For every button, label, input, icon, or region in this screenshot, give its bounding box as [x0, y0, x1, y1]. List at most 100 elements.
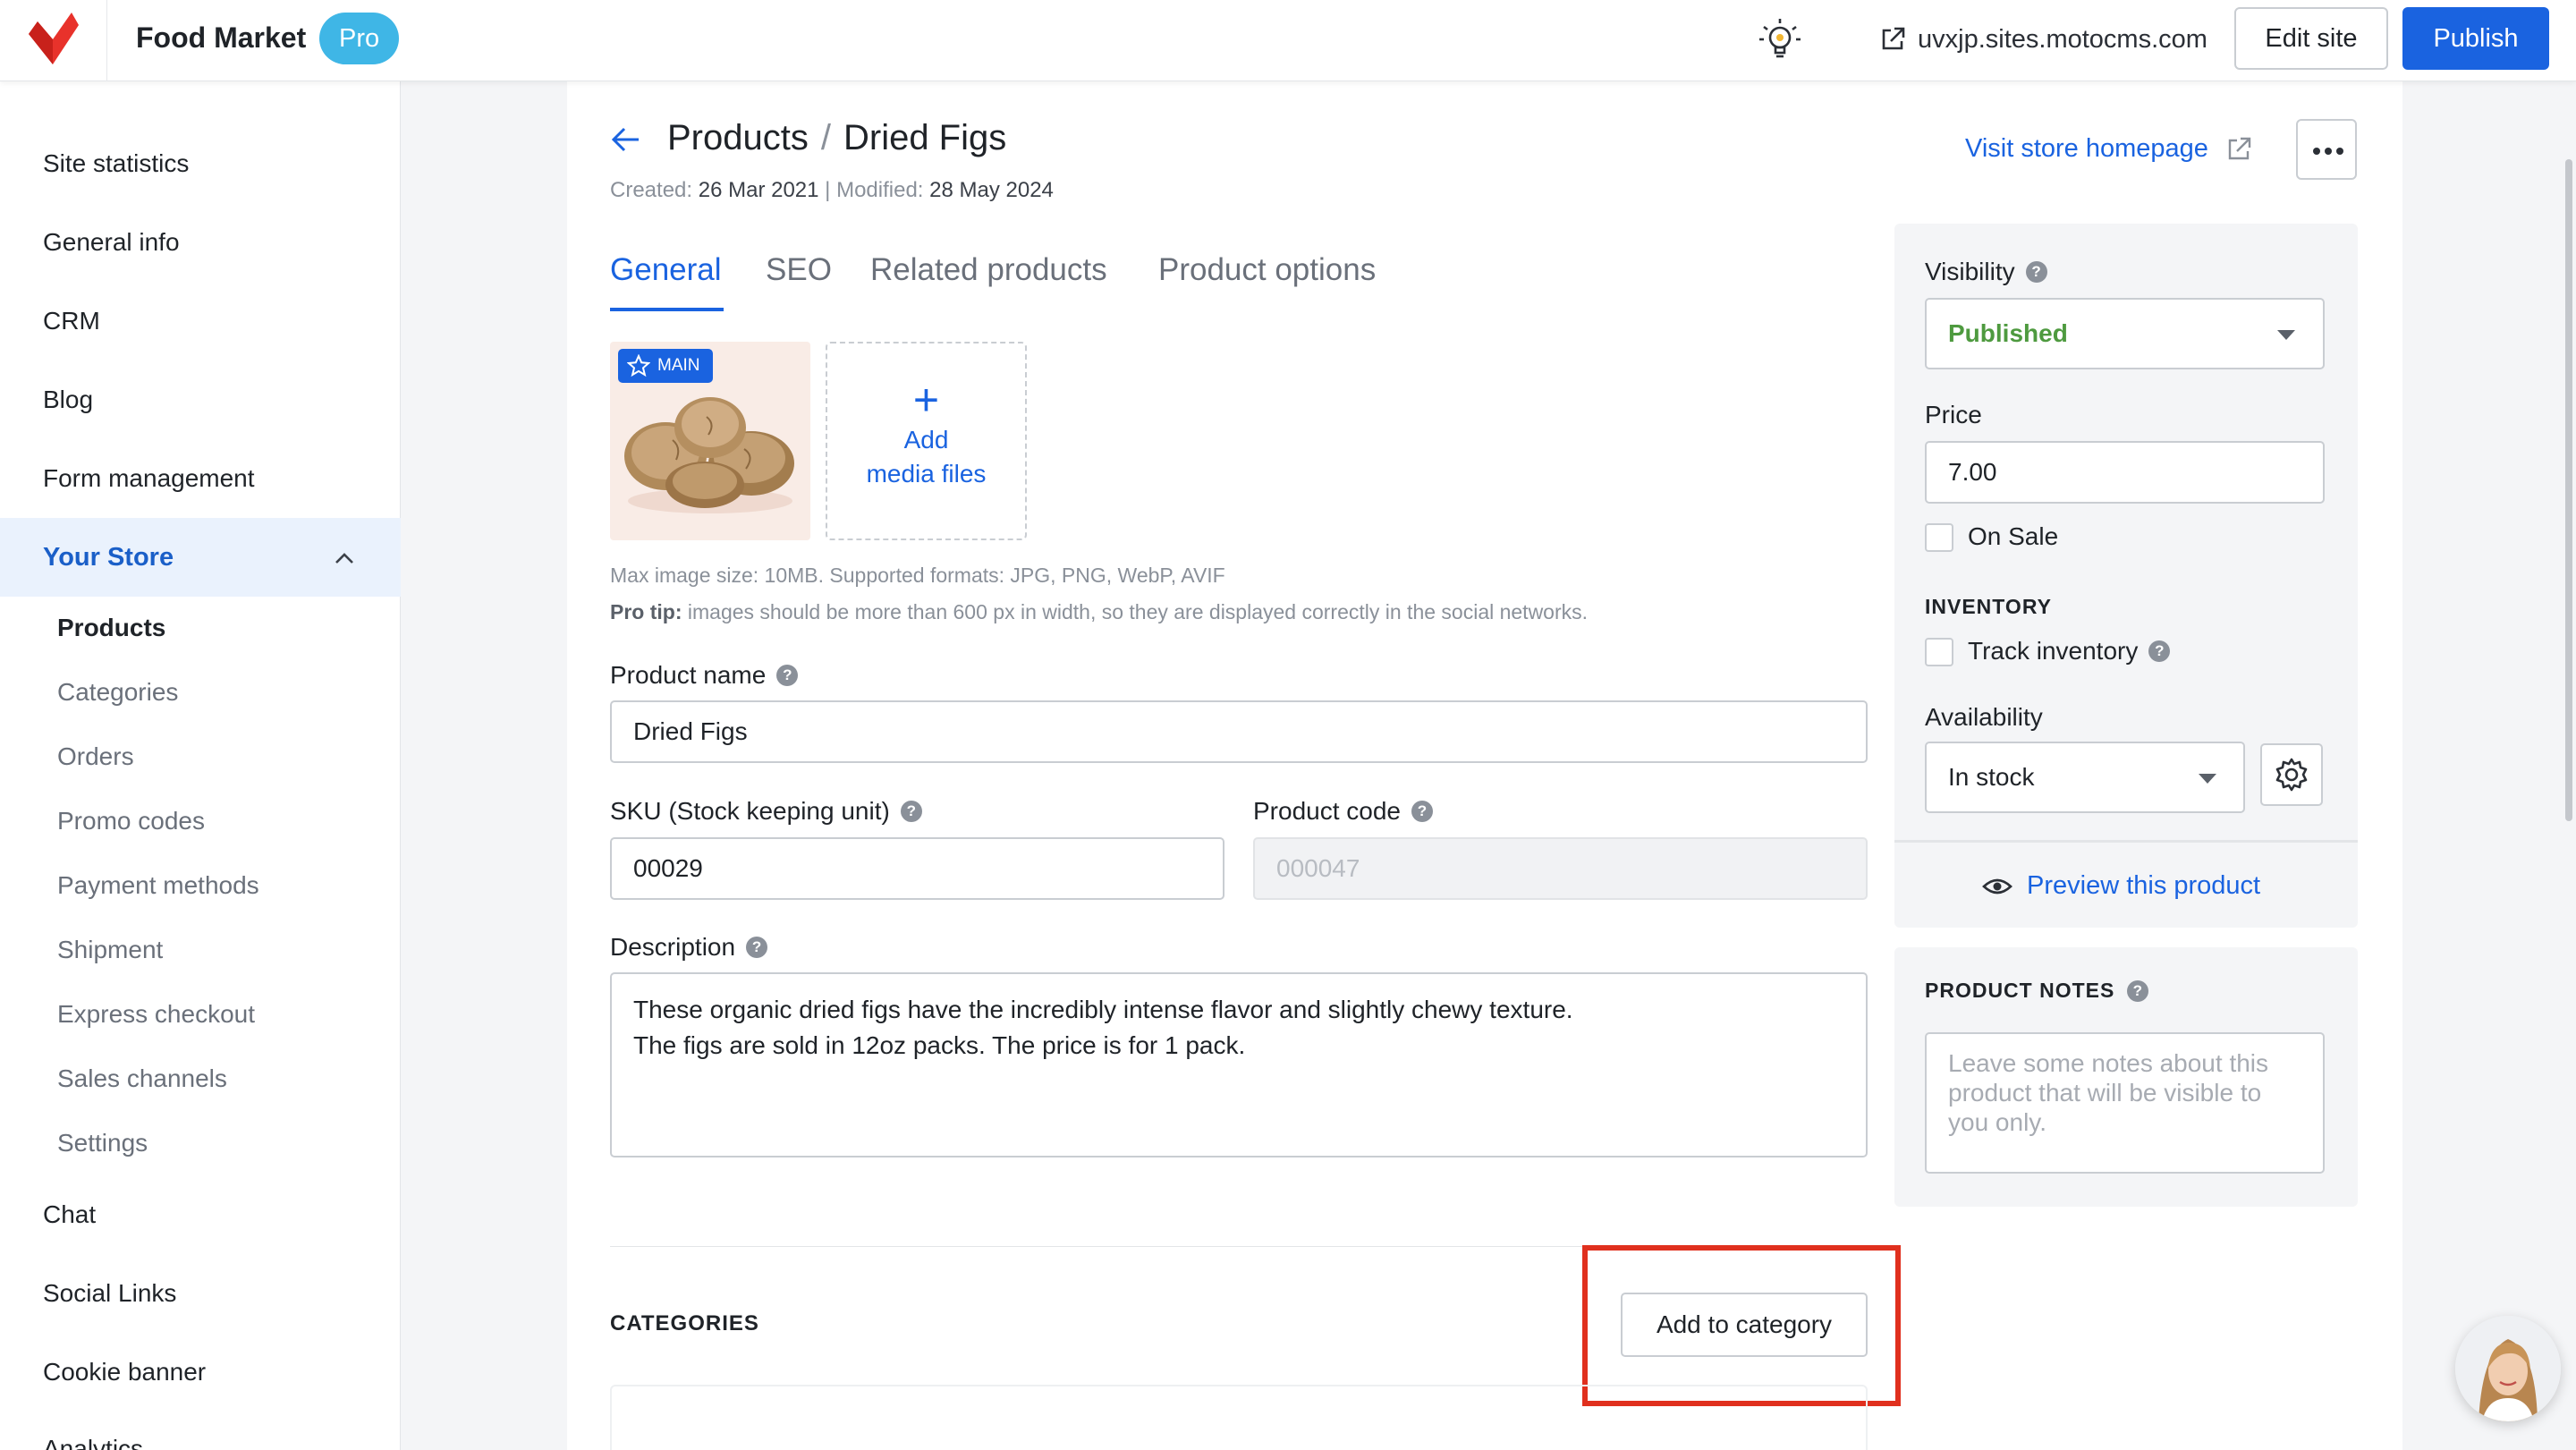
sku-input[interactable]: 00029 [610, 837, 1224, 900]
track-inventory-label-text: Track inventory [1968, 637, 2139, 665]
caret-down-icon [2199, 774, 2216, 784]
sidebar-subitem-payment-methods[interactable]: Payment methods [57, 871, 259, 900]
modified-label: | Modified: [825, 178, 924, 202]
arrow-left-icon[interactable] [610, 123, 642, 156]
preview-product-link[interactable]: Preview this product [1982, 871, 2260, 901]
sidebar-item-blog[interactable]: Blog [43, 386, 93, 414]
pro-tip-text: images should be more than 600 px in wid… [682, 600, 1589, 623]
help-icon[interactable]: ? [746, 937, 768, 958]
help-icon[interactable]: ? [776, 665, 799, 686]
track-inventory-checkbox[interactable] [1925, 638, 1953, 666]
sidebar: Site statistics General info CRM Blog Fo… [0, 81, 401, 1450]
visit-store-label: Visit store homepage [1965, 134, 2208, 163]
site-url-link[interactable]: uvxjp.sites.motocms.com [1878, 20, 2207, 59]
product-code-label-text: Product code [1253, 797, 1401, 825]
sidebar-subitem-settings[interactable]: Settings [57, 1129, 148, 1157]
product-name-input[interactable]: Dried Figs [610, 700, 1868, 763]
tab-active-indicator [610, 308, 724, 311]
chevron-up-icon[interactable] [331, 546, 358, 572]
more-dots-icon[interactable] [2296, 119, 2357, 180]
edit-site-button[interactable]: Edit site [2234, 7, 2388, 70]
sku-label: SKU (Stock keeping unit) ? [610, 797, 922, 826]
tab-seo[interactable]: SEO [766, 252, 832, 288]
avatar-icon [2455, 1316, 2561, 1421]
product-notes-title: PRODUCT NOTES ? [1925, 979, 2149, 1003]
star-icon [627, 354, 650, 377]
pro-badge: Pro [319, 13, 400, 64]
on-sale-checkbox[interactable] [1925, 523, 1953, 552]
caret-down-icon [2277, 330, 2295, 340]
visibility-value: Published [1948, 319, 2068, 347]
help-icon[interactable]: ? [2148, 640, 2171, 662]
sidebar-subitem-categories[interactable]: Categories [57, 678, 178, 707]
price-label: Price [1925, 401, 1982, 428]
page-scrollbar[interactable] [2565, 159, 2572, 821]
sidebar-item-analytics[interactable]: Analytics [43, 1435, 143, 1450]
product-name-label-text: Product name [610, 661, 767, 689]
main-image-badge: MAIN [618, 349, 713, 383]
tab-product-options[interactable]: Product options [1158, 252, 1376, 288]
sidebar-item-general-info[interactable]: General info [43, 228, 180, 257]
image-size-hint: Max image size: 10MB. Supported formats:… [610, 564, 1225, 587]
support-chat-avatar[interactable] [2455, 1316, 2561, 1421]
visit-store-link[interactable]: Visit store homepage [1965, 134, 2253, 164]
site-url-text: uvxjp.sites.motocms.com [1918, 24, 2207, 54]
sidebar-subitem-orders[interactable]: Orders [57, 742, 134, 771]
created-date: 26 Mar 2021 [698, 178, 819, 202]
sidebar-item-social-links[interactable]: Social Links [43, 1279, 176, 1308]
sidebar-subitem-promo-codes[interactable]: Promo codes [57, 807, 205, 835]
availability-select[interactable]: In stock [1925, 742, 2245, 813]
help-icon[interactable]: ? [2025, 261, 2047, 283]
categories-list [610, 1385, 1868, 1450]
price-input[interactable]: 7.00 [1925, 441, 2325, 504]
help-icon[interactable]: ? [900, 801, 922, 822]
product-code-label: Product code ? [1253, 797, 1433, 826]
inventory-title: INVENTORY [1925, 595, 2052, 618]
sidebar-subitem-sales-channels[interactable]: Sales channels [57, 1064, 227, 1093]
help-icon[interactable]: ? [1411, 801, 1433, 822]
add-media-files-button[interactable]: + Add media files [826, 342, 1027, 540]
sidebar-item-form-management[interactable]: Form management [43, 464, 255, 493]
pro-tip-label: Pro tip: [610, 600, 682, 623]
lightbulb-icon[interactable] [1755, 14, 1805, 64]
visibility-select[interactable]: Published [1925, 298, 2325, 369]
description-label-text: Description [610, 933, 736, 961]
product-name-label: Product name ? [610, 661, 799, 690]
sidebar-subitem-shipment[interactable]: Shipment [57, 936, 163, 964]
description-line1: These organic dried figs have the incred… [633, 996, 1573, 1023]
availability-label: Availability [1925, 703, 2043, 731]
sidebar-item-site-statistics[interactable]: Site statistics [43, 149, 189, 178]
external-link-icon [2228, 137, 2251, 159]
add-media-line1: Add [903, 426, 949, 454]
panel-divider [1894, 840, 2358, 843]
created-modified-meta: Created: 26 Mar 2021 | Modified: 28 May … [610, 178, 1054, 203]
tab-general[interactable]: General [610, 252, 722, 288]
track-inventory-label[interactable]: Track inventory ? [1968, 637, 2171, 666]
tab-related-products[interactable]: Related products [870, 252, 1107, 288]
description-textarea[interactable]: These organic dried figs have the incred… [610, 972, 1868, 1157]
product-notes-title-text: PRODUCT NOTES [1925, 979, 2115, 1002]
visibility-label-text: Visibility [1925, 258, 2015, 285]
motocms-logo-icon[interactable] [23, 9, 82, 68]
sidebar-item-cookie-banner[interactable]: Cookie banner [43, 1358, 206, 1386]
modified-date: 28 May 2024 [929, 178, 1054, 202]
pro-tip-hint: Pro tip: images should be more than 600 … [610, 600, 1588, 624]
sku-label-text: SKU (Stock keeping unit) [610, 797, 890, 825]
sidebar-item-chat[interactable]: Chat [43, 1200, 96, 1229]
add-media-line2: media files [866, 460, 987, 488]
on-sale-label[interactable]: On Sale [1968, 522, 2058, 551]
sidebar-subitem-express-checkout[interactable]: Express checkout [57, 1000, 255, 1029]
description-line2: The figs are sold in 12oz packs. The pri… [633, 1031, 1246, 1059]
breadcrumb-products[interactable]: Products [667, 118, 809, 157]
product-notes-textarea[interactable]: Leave some notes about this product that… [1925, 1032, 2325, 1174]
help-icon[interactable]: ? [2127, 979, 2149, 1002]
product-code-input: 000047 [1253, 837, 1868, 900]
gear-icon [2275, 758, 2308, 792]
site-name: Food Market [136, 21, 307, 54]
publish-button[interactable]: Publish [2402, 7, 2549, 70]
sidebar-item-crm[interactable]: CRM [43, 307, 100, 335]
brand-separator [106, 0, 107, 81]
sidebar-subitem-products[interactable]: Products [57, 614, 165, 642]
availability-settings-button[interactable] [2260, 743, 2323, 806]
created-label: Created: [610, 178, 693, 202]
